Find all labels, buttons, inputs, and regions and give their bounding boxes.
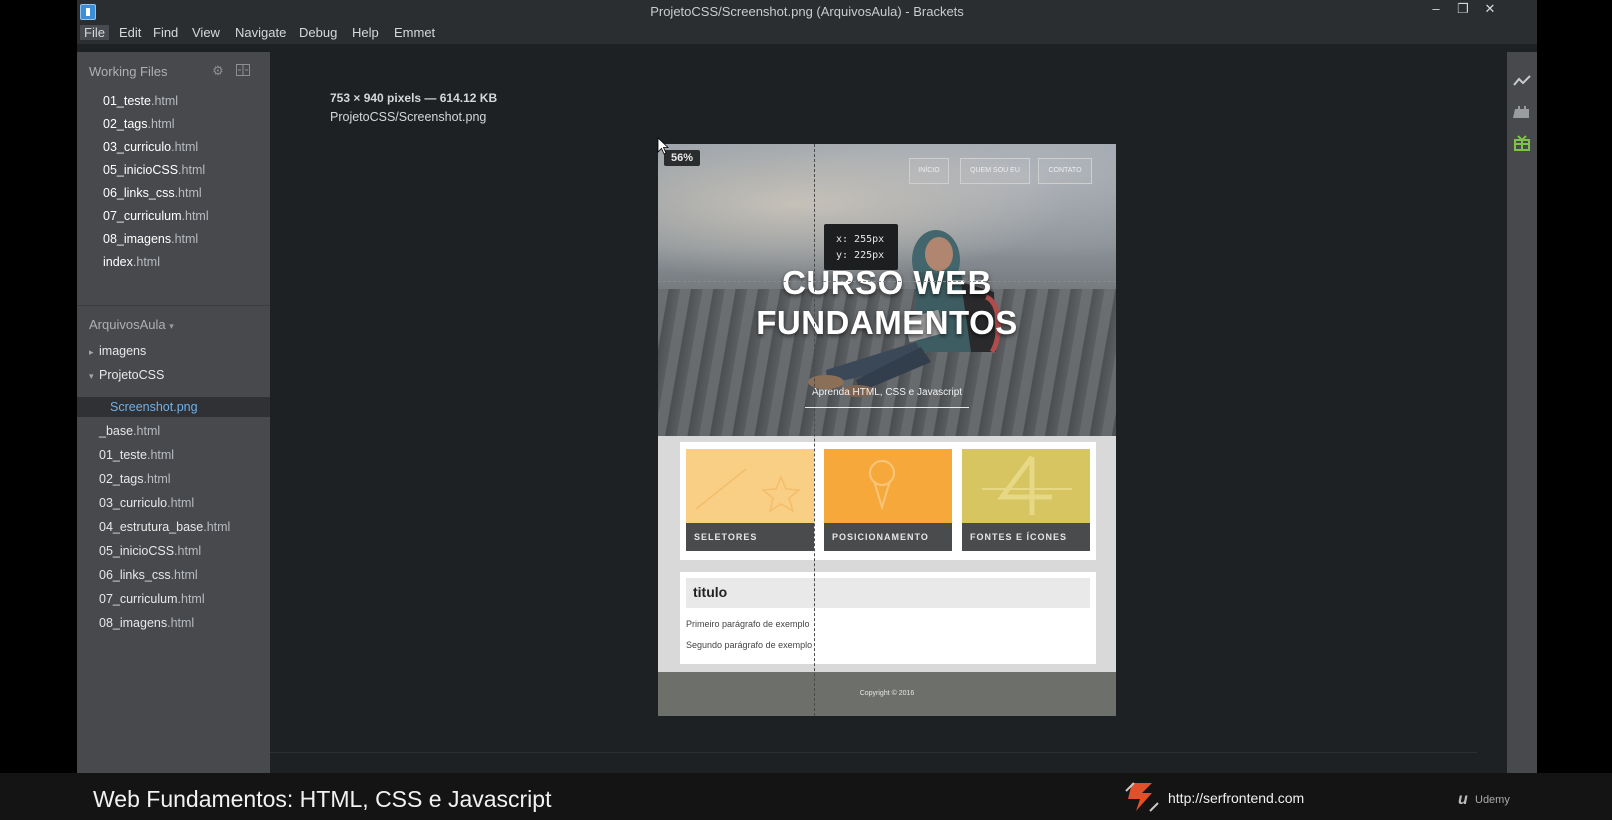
course-title: Web Fundamentos: HTML, CSS e Javascript	[93, 786, 552, 812]
tree-folder-projetocss[interactable]: ▾ ProjetoCSS	[89, 368, 164, 382]
working-file-item[interactable]: 03_curriculo.html	[103, 140, 198, 154]
tree-file[interactable]: 02_tags.html	[99, 472, 171, 486]
image-path: ProjetoCSS/Screenshot.png	[330, 110, 487, 124]
working-file-item[interactable]: 06_links_css.html	[103, 186, 202, 200]
menu-debug[interactable]: Debug	[295, 25, 341, 40]
course-banner: Web Fundamentos: HTML, CSS e Javascript …	[0, 773, 1612, 820]
right-toolbar	[1507, 52, 1537, 773]
tree-file-selected[interactable]: Screenshot.png	[110, 400, 198, 414]
hero-underline	[805, 407, 969, 408]
menu-edit[interactable]: Edit	[115, 25, 145, 40]
udemy-logo-icon: u	[1458, 791, 1468, 808]
menu-navigate[interactable]: Navigate	[231, 25, 290, 40]
tree-file[interactable]: 08_imagens.html	[99, 616, 194, 630]
content-paragraph: Primeiro parágrafo de exemplo	[686, 619, 810, 629]
gear-icon[interactable]: ⚙	[211, 64, 225, 78]
person-illustration	[808, 230, 1002, 397]
image-preview[interactable]: INÍCIO QUEM SOU EU CONTATO CURSO WEB FUN…	[658, 144, 1116, 716]
menu-file[interactable]: File	[80, 25, 109, 40]
guide-horizontal	[658, 281, 1116, 282]
working-file-item[interactable]: index.html	[103, 255, 160, 269]
content-title: titulo	[686, 578, 1090, 608]
content-section: titulo Primeiro parágrafo de exemplo Seg…	[680, 572, 1096, 664]
working-file-item[interactable]: 02_tags.html	[103, 117, 175, 131]
chevron-right-icon: ▸	[89, 347, 94, 357]
working-file-item[interactable]: 08_imagens.html	[103, 232, 198, 246]
minimize-button[interactable]: –	[1425, 1, 1447, 16]
sidebar: Working Files ⚙ 01_teste.html 02_tags.ht…	[77, 52, 270, 773]
window-title: ProjetoCSS/Screenshot.png (ArquivosAula)…	[650, 4, 964, 19]
brackets-window: ProjetoCSS/Screenshot.png (ArquivosAula)…	[77, 0, 1537, 773]
screen: ProjetoCSS/Screenshot.png (ArquivosAula)…	[0, 0, 1612, 820]
course-url: http://serfrontend.com	[1168, 790, 1305, 806]
close-button[interactable]: ✕	[1479, 1, 1501, 17]
card-image	[824, 449, 952, 523]
chevron-down-icon: ▾	[89, 371, 94, 381]
tree-folder-imagens[interactable]: ▸ imagens	[89, 344, 146, 358]
cursor-y: y: 225px	[836, 250, 885, 261]
card-seletores: SELETORES	[686, 449, 814, 551]
tree-file[interactable]: _base.html	[99, 424, 160, 438]
cursor-coordinates-tooltip: x: 255px y: 225px	[824, 224, 898, 270]
card-image	[686, 449, 814, 523]
tree-file[interactable]: 03_curriculo.html	[99, 496, 194, 510]
project-dropdown[interactable]: ArquivosAula ▾	[89, 317, 174, 332]
udemy-label: Udemy	[1475, 794, 1510, 806]
working-files-header: Working Files	[89, 64, 168, 79]
working-file-item[interactable]: 01_teste.html	[103, 94, 178, 108]
card-posicionamento: POSICIONAMENTO	[824, 449, 952, 551]
nav-inicio: INÍCIO	[909, 158, 949, 184]
working-file-item[interactable]: 07_curriculum.html	[103, 209, 209, 223]
nav-quem-sou-eu: QUEM SOU EU	[960, 158, 1030, 184]
extension-gift-icon[interactable]	[1513, 134, 1531, 152]
hero-subtitle: Aprenda HTML, CSS e Javascript	[811, 387, 963, 398]
zoom-badge: 56%	[664, 150, 701, 166]
status-divider	[270, 752, 1477, 753]
sidebar-divider	[77, 305, 270, 306]
tree-file[interactable]: 06_links_css.html	[99, 568, 198, 582]
card-caption: POSICIONAMENTO	[824, 523, 952, 551]
hero-section: INÍCIO QUEM SOU EU CONTATO CURSO WEB FUN…	[658, 144, 1116, 436]
image-dimensions: 753 × 940 pixels — 614.12 KB	[330, 91, 498, 105]
menu-bar: File Edit Find View Navigate Debug Help …	[77, 22, 1537, 44]
restore-button[interactable]: ❐	[1452, 1, 1474, 17]
card-caption: FONTES E ÍCONES	[962, 523, 1090, 551]
card-fontes-icones: FONTES E ÍCONES	[962, 449, 1090, 551]
working-file-item[interactable]: 05_inicioCSS.html	[103, 163, 205, 177]
menu-help[interactable]: Help	[348, 25, 383, 40]
tree-file[interactable]: 07_curriculum.html	[99, 592, 205, 606]
hero-title-line2: FUNDAMENTOS	[756, 304, 1018, 341]
preview-footer: Copyright © 2016	[658, 672, 1116, 716]
tree-file[interactable]: 04_estrutura_base.html	[99, 520, 230, 534]
split-view-icon[interactable]	[236, 64, 250, 78]
nav-contato: CONTATO	[1038, 158, 1092, 184]
card-image	[962, 449, 1090, 523]
content-paragraph: Segundo parágrafo de exemplo	[686, 640, 813, 650]
serfrontend-logo-icon	[1125, 782, 1159, 812]
card-caption: SELETORES	[686, 523, 814, 551]
mouse-cursor-icon	[657, 137, 669, 155]
cards-section: SELETORES POSICIONAMENTO FONTES E ÍCONES	[680, 442, 1096, 560]
guide-vertical	[814, 144, 815, 716]
title-bar: ProjetoCSS/Screenshot.png (ArquivosAula)…	[77, 0, 1537, 22]
tree-file[interactable]: 01_teste.html	[99, 448, 174, 462]
menu-find[interactable]: Find	[149, 25, 182, 40]
menu-emmet[interactable]: Emmet	[390, 25, 439, 40]
tree-file[interactable]: 05_inicioCSS.html	[99, 544, 201, 558]
cursor-x: x: 255px	[836, 234, 885, 245]
menu-view[interactable]: View	[188, 25, 224, 40]
extension-manager-icon[interactable]	[1513, 102, 1531, 120]
live-preview-icon[interactable]	[1513, 72, 1531, 90]
